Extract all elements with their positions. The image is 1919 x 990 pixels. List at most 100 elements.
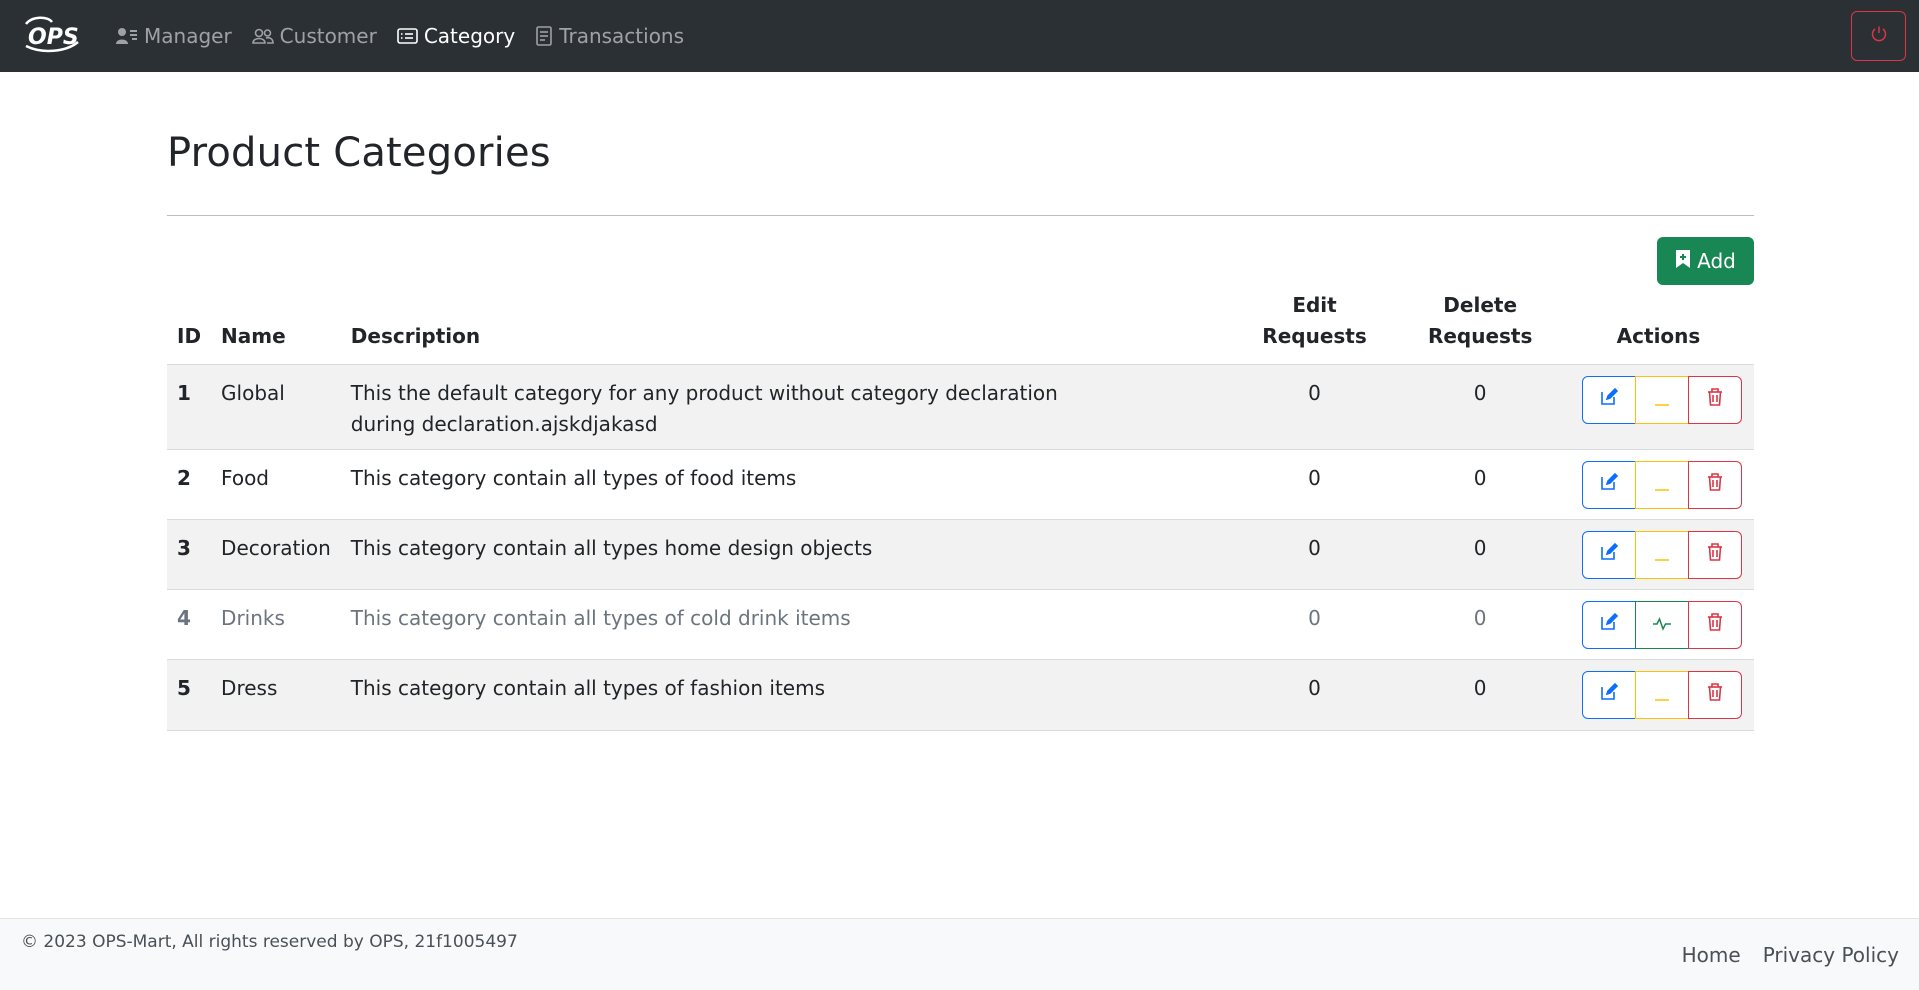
card-list-icon — [397, 27, 418, 45]
edit-button[interactable] — [1582, 531, 1637, 579]
pencil-square-icon — [1599, 680, 1619, 711]
page-title: Product Categories — [167, 130, 551, 176]
delete-button[interactable] — [1688, 601, 1743, 649]
cell-description: This category contain all types of fashi… — [340, 659, 1232, 731]
cell-edit-requests: 0 — [1231, 589, 1398, 660]
dash-icon — [1653, 680, 1671, 711]
footer-link-privacy-policy[interactable]: Privacy Policy — [1763, 943, 1899, 967]
col-header-delete-requests: Delete Requests — [1397, 290, 1563, 365]
edit-button[interactable] — [1582, 461, 1637, 509]
deactivate-button[interactable] — [1635, 671, 1690, 719]
nav-category[interactable]: Category — [397, 24, 515, 48]
cell-delete-requests: 0 — [1397, 364, 1563, 450]
categories-table: ID Name Description Edit Requests Delete R… — [167, 290, 1754, 731]
pencil-square-icon — [1599, 470, 1619, 501]
cell-description: This category contain all types of cold … — [340, 589, 1232, 660]
table-row: 2 Food This category contain all types o… — [167, 449, 1754, 520]
cell-description: This category contain all types of food … — [340, 449, 1232, 520]
delete-button[interactable] — [1688, 531, 1743, 579]
cell-delete-requests: 0 — [1397, 589, 1563, 660]
table-row: 1 Global This the default category for a… — [167, 364, 1754, 450]
col-header-name: Name — [211, 290, 341, 365]
cell-edit-requests: 0 — [1231, 449, 1398, 520]
nav-transactions-label: Transactions — [559, 24, 685, 48]
pencil-square-icon — [1599, 385, 1619, 416]
cell-id: 5 — [167, 659, 212, 731]
cell-id: 4 — [167, 589, 212, 660]
pencil-square-icon — [1599, 540, 1619, 571]
trash-icon — [1706, 385, 1724, 416]
cell-actions — [1562, 449, 1754, 520]
edit-button[interactable] — [1582, 376, 1637, 424]
cell-delete-requests: 0 — [1397, 659, 1563, 731]
trash-icon — [1706, 680, 1724, 711]
cell-actions — [1562, 659, 1754, 731]
delete-button[interactable] — [1688, 461, 1743, 509]
col-header-edit-requests: Edit Requests — [1231, 290, 1398, 365]
cell-id: 3 — [167, 519, 212, 590]
title-divider — [167, 215, 1754, 216]
delete-button[interactable] — [1688, 671, 1743, 719]
edit-button[interactable] — [1582, 601, 1637, 649]
cell-name: Global — [211, 364, 341, 450]
trash-icon — [1706, 540, 1724, 571]
trash-icon — [1706, 610, 1724, 641]
footer: © 2023 OPS-Mart, All rights reserved by … — [0, 918, 1919, 990]
table-row: 4 Drinks This category contain all types… — [167, 589, 1754, 660]
dash-icon — [1653, 385, 1671, 416]
bookmark-plus-icon — [1675, 249, 1691, 274]
nav-links: Manager Customer Category Transactions — [116, 0, 704, 72]
col-header-actions: Actions — [1562, 290, 1754, 365]
cell-description: This category contain all types home des… — [340, 519, 1232, 590]
nav-customer-label: Customer — [279, 24, 377, 48]
cell-edit-requests: 0 — [1231, 659, 1398, 731]
table-row: 5 Dress This category contain all types … — [167, 659, 1754, 731]
cell-actions — [1562, 589, 1754, 660]
add-category-button[interactable]: Add — [1657, 237, 1754, 285]
nav-customer[interactable]: Customer — [251, 24, 377, 48]
cell-delete-requests: 0 — [1397, 449, 1563, 520]
cell-actions — [1562, 364, 1754, 450]
add-button-label: Add — [1697, 249, 1736, 273]
cell-name: Decoration — [211, 519, 341, 590]
nav-manager-label: Manager — [144, 24, 232, 48]
footer-links: Home Privacy Policy — [1682, 943, 1899, 967]
footer-link-home[interactable]: Home — [1682, 943, 1741, 967]
nav-transactions[interactable]: Transactions — [535, 24, 684, 48]
cell-delete-requests: 0 — [1397, 519, 1563, 590]
nav-manager[interactable]: Manager — [116, 24, 232, 48]
cell-id: 2 — [167, 449, 212, 520]
cell-name: Food — [211, 449, 341, 520]
deactivate-button[interactable] — [1635, 531, 1690, 579]
deactivate-button[interactable] — [1635, 376, 1690, 424]
cell-name: Dress — [211, 659, 341, 731]
col-header-id: ID — [167, 290, 212, 365]
activate-button[interactable] — [1635, 601, 1690, 649]
journal-text-icon — [535, 26, 553, 46]
col-header-description: Description — [340, 290, 1232, 365]
cell-name: Drinks — [211, 589, 341, 660]
power-icon — [1870, 25, 1888, 47]
cell-description: This the default category for any produc… — [340, 364, 1232, 450]
logout-button[interactable] — [1851, 11, 1906, 61]
trash-icon — [1706, 470, 1724, 501]
activity-icon — [1652, 610, 1672, 641]
brand-logo[interactable]: OPS — [22, 14, 80, 56]
footer-copyright: © 2023 OPS-Mart, All rights reserved by … — [21, 932, 518, 952]
dash-icon — [1653, 470, 1671, 501]
table-row: 3 Decoration This category contain all t… — [167, 519, 1754, 590]
nav-category-label: Category — [423, 24, 516, 48]
deactivate-button[interactable] — [1635, 461, 1690, 509]
cell-edit-requests: 0 — [1231, 364, 1398, 450]
delete-button[interactable] — [1688, 376, 1743, 424]
table-header-row: ID Name Description Edit Requests Delete R… — [167, 290, 1754, 365]
svg-text:OPS: OPS — [28, 25, 79, 50]
cell-id: 1 — [167, 364, 212, 450]
people-icon — [251, 27, 274, 45]
pencil-square-icon — [1599, 610, 1619, 641]
top-navbar: OPS Manager Customer Category Transactio… — [0, 0, 1919, 72]
person-lines-icon — [116, 27, 138, 45]
cell-actions — [1562, 519, 1754, 590]
dash-icon — [1653, 540, 1671, 571]
edit-button[interactable] — [1582, 671, 1637, 719]
